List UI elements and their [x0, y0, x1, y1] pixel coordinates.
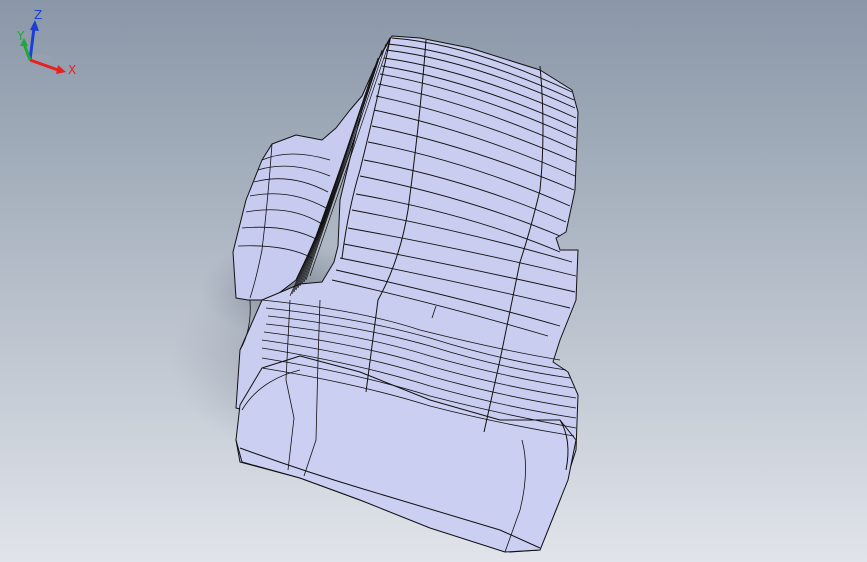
y-axis-label: Y	[16, 29, 25, 43]
model-view[interactable]	[0, 0, 867, 562]
x-axis-arrow	[56, 65, 66, 74]
y-axis	[22, 43, 32, 61]
orientation-triad[interactable]: X Y Z	[0, 0, 80, 90]
z-axis-label: Z	[34, 8, 42, 22]
graphics-viewport[interactable]: X Y Z	[0, 0, 867, 562]
x-axis-label: X	[68, 63, 76, 77]
x-axis	[29, 58, 59, 72]
